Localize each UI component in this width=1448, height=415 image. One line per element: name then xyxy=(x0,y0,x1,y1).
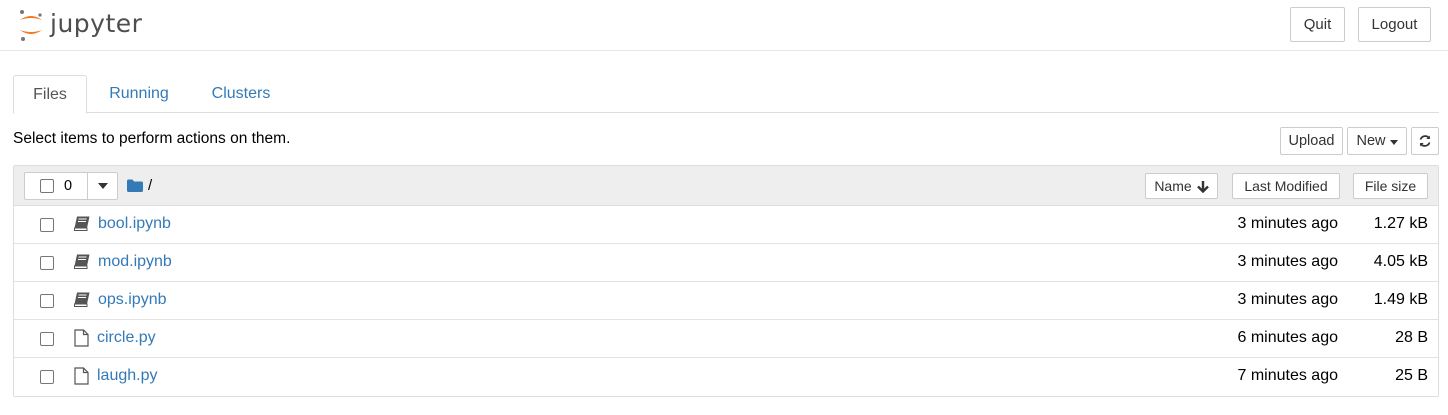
file-size: 28 B xyxy=(1395,329,1428,346)
file-size: 1.27 kB xyxy=(1373,215,1428,232)
file-row[interactable]: circle.py 6 minutes ago 28 B xyxy=(14,320,1438,358)
file-last-modified: 7 minutes ago xyxy=(1237,367,1338,384)
file-list: 0 / Name Last Modified File size bool.ip… xyxy=(13,165,1439,397)
file-name-link[interactable]: bool.ipynb xyxy=(98,215,171,233)
tab-bar: Files Running Clusters xyxy=(13,75,1439,114)
new-dropdown-button[interactable]: New xyxy=(1347,127,1407,155)
file-size: 4.05 kB xyxy=(1373,253,1428,270)
arrow-down-icon xyxy=(1196,180,1209,193)
tab-files[interactable]: Files xyxy=(13,75,87,114)
file-name-link[interactable]: laugh.py xyxy=(97,367,158,385)
file-last-modified: 3 minutes ago xyxy=(1237,291,1338,308)
file-checkbox[interactable] xyxy=(40,294,54,308)
sort-name-label: Name xyxy=(1154,178,1192,194)
file-name-link[interactable]: circle.py xyxy=(97,329,156,347)
file-icon xyxy=(74,329,89,351)
file-name-link[interactable]: ops.ipynb xyxy=(98,291,167,309)
jupyter-logo[interactable]: jupyter xyxy=(18,8,142,42)
file-checkbox[interactable] xyxy=(40,256,54,270)
file-size: 25 B xyxy=(1395,367,1428,384)
tab-running[interactable]: Running xyxy=(97,75,181,113)
file-icon xyxy=(74,367,89,389)
sort-by-name-button[interactable]: Name xyxy=(1145,173,1218,199)
logo-text: jupyter xyxy=(50,8,143,38)
breadcrumb-root[interactable]: / xyxy=(127,177,152,194)
new-button-label: New xyxy=(1356,133,1386,149)
caret-down-icon xyxy=(1389,139,1398,145)
file-checkbox[interactable] xyxy=(40,332,54,346)
file-last-modified: 3 minutes ago xyxy=(1237,215,1338,232)
upload-button[interactable]: Upload xyxy=(1280,127,1343,155)
notebook-icon xyxy=(74,292,90,311)
file-row[interactable]: bool.ipynb 3 minutes ago 1.27 kB xyxy=(14,206,1438,244)
file-size: 1.49 kB xyxy=(1373,291,1428,308)
selected-count: 0 xyxy=(64,178,73,194)
breadcrumb-path: / xyxy=(148,177,153,194)
sort-by-file-size-button[interactable]: File size xyxy=(1353,173,1428,199)
select-all-checkbox[interactable]: 0 xyxy=(25,173,88,199)
notebook-icon xyxy=(74,216,90,235)
file-checkbox[interactable] xyxy=(40,370,54,384)
selection-hint: Select items to perform actions on them. xyxy=(13,130,291,147)
logout-button[interactable]: Logout xyxy=(1358,7,1431,42)
caret-down-icon xyxy=(97,183,108,189)
refresh-button[interactable] xyxy=(1411,127,1439,155)
tab-clusters[interactable]: Clusters xyxy=(197,75,285,113)
refresh-icon xyxy=(1419,135,1431,147)
select-all-group: 0 xyxy=(24,172,118,200)
checkbox-icon xyxy=(40,179,54,193)
sort-by-last-modified-button[interactable]: Last Modified xyxy=(1232,173,1340,199)
top-header: jupyter Quit Logout xyxy=(0,0,1448,51)
quit-button[interactable]: Quit xyxy=(1290,7,1345,42)
notebook-icon xyxy=(74,254,90,273)
file-row[interactable]: laugh.py 7 minutes ago 25 B xyxy=(14,358,1438,396)
file-row[interactable]: mod.ipynb 3 minutes ago 4.05 kB xyxy=(14,244,1438,282)
select-options-dropdown[interactable] xyxy=(88,173,117,199)
jupyter-logo-icon xyxy=(20,10,42,41)
file-checkbox[interactable] xyxy=(40,218,54,232)
file-last-modified: 6 minutes ago xyxy=(1237,329,1338,346)
file-list-header: 0 / Name Last Modified File size xyxy=(14,166,1438,206)
file-name-link[interactable]: mod.ipynb xyxy=(98,253,172,271)
file-row[interactable]: ops.ipynb 3 minutes ago 1.49 kB xyxy=(14,282,1438,320)
folder-icon xyxy=(127,179,143,192)
file-last-modified: 3 minutes ago xyxy=(1237,253,1338,270)
